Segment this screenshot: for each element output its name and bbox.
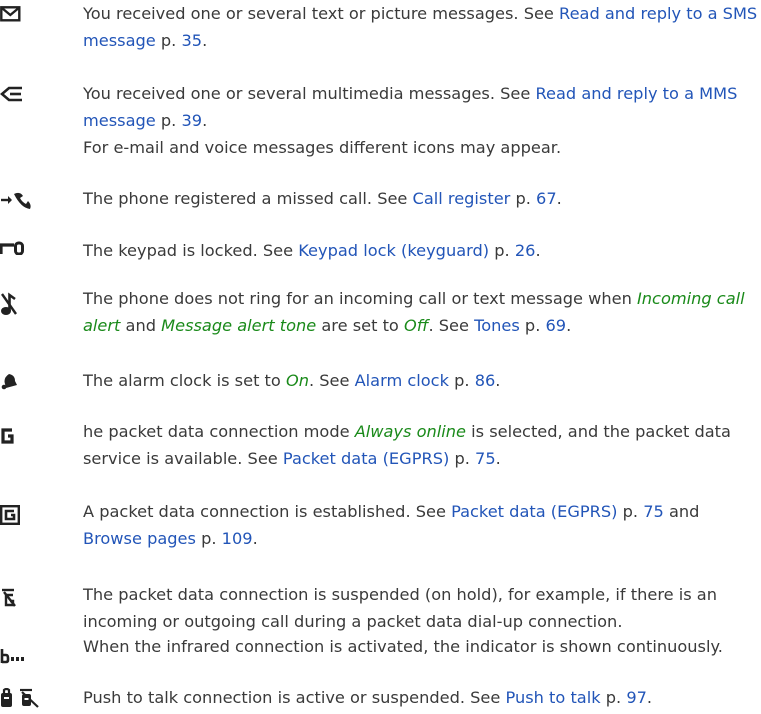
cross-reference-link[interactable]: 86 (475, 371, 496, 390)
description-text: p. (617, 502, 644, 521)
description-paragraph: The phone does not ring for an incoming … (83, 285, 758, 339)
indicator-description: You received one or several multimedia m… (83, 80, 758, 161)
envelope-icon (0, 6, 50, 32)
push-to-talk-icons (0, 688, 50, 714)
cross-reference-link[interactable]: 75 (643, 502, 664, 521)
cross-reference-link[interactable]: Keypad lock (keyguard) (298, 241, 489, 260)
description-text: he packet data connection mode (83, 422, 355, 441)
description-paragraph: The packet data connection is suspended … (83, 581, 758, 635)
description-text: are set to (316, 316, 404, 335)
description-paragraph: The alarm clock is set to On. See Alarm … (83, 367, 758, 394)
keypad-lock-icon (0, 241, 50, 267)
setting-name: On (285, 371, 309, 390)
description-text: You received one or several text or pict… (83, 4, 560, 23)
description-text: You received one or several multimedia m… (83, 84, 536, 103)
description-text: p. (448, 371, 475, 390)
setting-name: Off (404, 316, 429, 335)
description-text: . (566, 316, 572, 335)
indicator-description: he packet data connection mode Always on… (83, 418, 758, 472)
indicator-description: You received one or several text or pict… (83, 0, 758, 54)
description-text: . (556, 189, 562, 208)
mms-message-icon (0, 86, 50, 112)
cross-reference-link[interactable]: Browse pages (83, 529, 196, 548)
description-note: For e-mail and voice messages different … (83, 138, 562, 157)
cross-reference-link[interactable]: 67 (536, 189, 557, 208)
cross-reference-link[interactable]: 39 (181, 111, 202, 130)
indicator-description: The phone does not ring for an incoming … (83, 285, 758, 339)
description-text: . (202, 31, 208, 50)
description-text: . See (428, 316, 475, 335)
description-text: p. (449, 449, 476, 468)
indicator-description: The keypad is locked. See Keypad lock (k… (83, 237, 758, 264)
cross-reference-link[interactable]: 69 (546, 316, 567, 335)
description-text: . (535, 241, 541, 260)
setting-name: Always online (354, 422, 466, 441)
alarm-bell-icon (0, 372, 50, 398)
indicator-description: The alarm clock is set to On. See Alarm … (83, 367, 758, 394)
description-text: The packet data connection is suspended … (83, 585, 717, 631)
missed-call-icon (0, 190, 50, 216)
description-text: The phone registered a missed call. See (83, 189, 413, 208)
cross-reference-link[interactable]: 75 (475, 449, 496, 468)
description-text: . (202, 111, 208, 130)
description-text: p. (510, 189, 537, 208)
description-text: . See (308, 371, 355, 390)
description-paragraph: When the infrared connection is activate… (83, 633, 758, 660)
description-paragraph: You received one or several text or pict… (83, 0, 758, 54)
description-text: p. (489, 241, 515, 260)
description-paragraph: A packet data connection is established.… (83, 498, 758, 552)
indicator-description: The phone registered a missed call. See … (83, 185, 758, 212)
description-text: The alarm clock is set to (83, 371, 286, 390)
infrared-icon (0, 648, 50, 674)
description-text: When the infrared connection is activate… (83, 637, 723, 656)
description-text: p. (155, 111, 182, 130)
description-text: p. (195, 529, 222, 548)
indicator-description: A packet data connection is established.… (83, 498, 758, 552)
description-text: p. (155, 31, 182, 50)
cross-reference-link[interactable]: Alarm clock (355, 371, 449, 390)
description-text: . (495, 371, 501, 390)
packet-data-connected-icon (0, 505, 50, 531)
cross-reference-link[interactable]: Packet data (EGPRS) (283, 449, 449, 468)
packet-data-suspended-icon (0, 588, 50, 614)
cross-reference-link[interactable]: 109 (222, 529, 253, 548)
indicator-description: The packet data connection is suspended … (83, 581, 758, 635)
packet-data-available-icon (0, 427, 50, 453)
cross-reference-link[interactable]: Call register (413, 189, 511, 208)
description-text: A packet data connection is established.… (83, 502, 452, 521)
indicator-description: When the infrared connection is activate… (83, 633, 758, 660)
cross-reference-link[interactable]: Packet data (EGPRS) (451, 502, 617, 521)
description-text: p. (519, 316, 546, 335)
description-paragraph: The phone registered a missed call. See … (83, 185, 758, 212)
description-text: . (495, 449, 501, 468)
description-paragraph: The keypad is locked. See Keypad lock (k… (83, 237, 758, 264)
description-paragraph: he packet data connection mode Always on… (83, 418, 758, 472)
description-text: The keypad is locked. See (83, 241, 299, 260)
setting-name: Message alert tone (161, 316, 317, 335)
description-paragraph: You received one or several multimedia m… (83, 80, 758, 134)
cross-reference-link[interactable]: 26 (515, 241, 536, 260)
cross-reference-link[interactable]: 35 (181, 31, 202, 50)
description-text: and (663, 502, 700, 521)
description-text: The phone does not ring for an incoming … (83, 289, 638, 308)
silent-mode-icon (0, 292, 50, 318)
description-text: and (120, 316, 162, 335)
description-text: . (252, 529, 258, 548)
cross-reference-link[interactable]: Tones (474, 316, 520, 335)
